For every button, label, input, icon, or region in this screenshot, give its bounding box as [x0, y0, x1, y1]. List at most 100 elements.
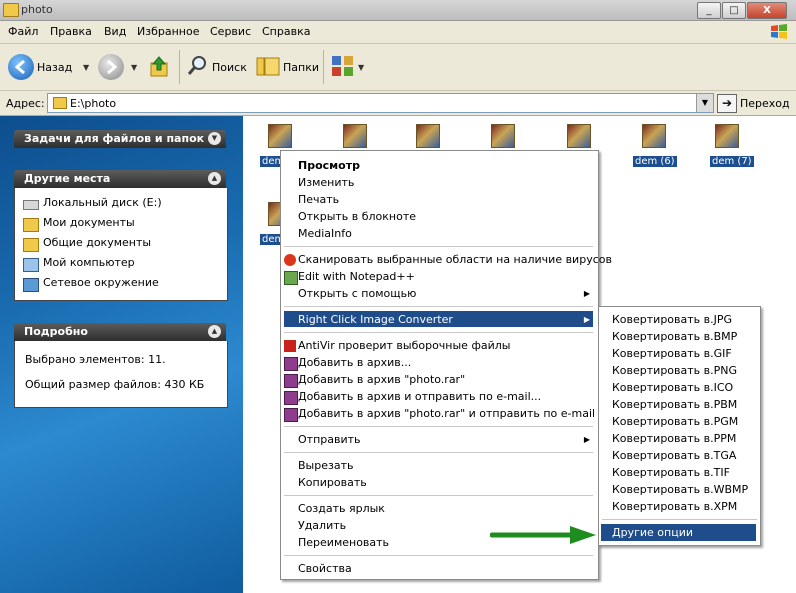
- menu-separator: [284, 555, 593, 556]
- views-icon[interactable]: [331, 55, 355, 77]
- menu-item-scan-viruses[interactable]: Сканировать выбранные области на наличие…: [298, 253, 612, 266]
- convert-tga-item[interactable]: Ковертировать в.TGA: [612, 449, 736, 462]
- forward-dropdown-icon[interactable]: ▼: [131, 63, 137, 72]
- windows-logo-icon: [771, 24, 787, 39]
- convert-ppm-item[interactable]: Ковертировать в.PPM: [612, 432, 736, 445]
- menu-item-notepadpp[interactable]: Edit with Notepad++: [298, 270, 415, 283]
- folder-icon: [23, 218, 39, 232]
- back-button-label[interactable]: Назад: [37, 61, 72, 74]
- place-shared-documents[interactable]: Общие документы: [43, 236, 151, 249]
- menu-help[interactable]: Справка: [262, 25, 310, 38]
- folder-icon: [3, 3, 19, 17]
- toolbar: Назад ▼ ▼ Поиск Папки ▼: [0, 44, 796, 91]
- image-file-icon[interactable]: [343, 124, 367, 148]
- place-my-computer[interactable]: Мой компьютер: [43, 256, 135, 269]
- back-arrow-icon[interactable]: [8, 54, 34, 80]
- convert-xpm-item[interactable]: Ковертировать в.XPM: [612, 500, 737, 513]
- convert-ico-item[interactable]: Ковертировать в.ICO: [612, 381, 733, 394]
- address-value[interactable]: E:\photo: [70, 97, 116, 110]
- details-panel-header[interactable]: Подробно ▲: [14, 323, 226, 341]
- other-options-item[interactable]: Другие опции: [612, 526, 693, 539]
- views-dropdown-icon[interactable]: ▼: [358, 63, 364, 72]
- menu-separator: [284, 306, 593, 307]
- menu-separator: [284, 332, 593, 333]
- convert-wbmp-item[interactable]: Ковертировать в.WBMP: [612, 483, 748, 496]
- menu-item-cut[interactable]: Вырезать: [298, 459, 353, 472]
- go-arrow-icon[interactable]: ➔: [717, 94, 737, 113]
- menu-item-rename[interactable]: Переименовать: [298, 536, 389, 549]
- place-my-documents[interactable]: Мои документы: [43, 216, 135, 229]
- menu-item-properties[interactable]: Свойства: [298, 562, 352, 575]
- convert-pgm-item[interactable]: Ковертировать в.PGM: [612, 415, 738, 428]
- address-dropdown-icon[interactable]: ▼: [696, 94, 713, 112]
- places-panel-header[interactable]: Другие места ▲: [14, 170, 226, 188]
- folders-icon[interactable]: [256, 55, 280, 77]
- image-converter-submenu: Ковертировать в.JPG Ковертировать в.BMP …: [598, 306, 761, 546]
- details-panel-body: Выбрано элементов: 11. Общий размер файл…: [14, 341, 228, 408]
- details-selected-count: Выбрано элементов: 11.: [25, 353, 166, 366]
- places-panel-body: Локальный диск (E:) Мои документы Общие …: [14, 188, 228, 301]
- file-label[interactable]: dem (6): [633, 156, 677, 167]
- menu-item-mediainfo[interactable]: MediaInfo: [298, 227, 352, 240]
- back-dropdown-icon[interactable]: ▼: [83, 63, 89, 72]
- minimize-button[interactable]: _: [697, 2, 721, 19]
- image-file-icon[interactable]: [642, 124, 666, 148]
- chevron-down-icon[interactable]: ▼: [208, 132, 221, 145]
- menu-item-create-shortcut[interactable]: Создать ярлык: [298, 502, 385, 515]
- search-button-label[interactable]: Поиск: [212, 61, 247, 74]
- convert-png-item[interactable]: Ковертировать в.PNG: [612, 364, 737, 377]
- menu-favorites[interactable]: Избранное: [137, 25, 199, 38]
- folders-button-label[interactable]: Папки: [283, 61, 319, 74]
- menu-item-add-archive[interactable]: Добавить в архив...: [298, 356, 411, 369]
- menu-view[interactable]: Вид: [104, 25, 126, 38]
- menu-file[interactable]: Файл: [8, 25, 38, 38]
- menu-edit[interactable]: Правка: [50, 25, 92, 38]
- context-menu: Просмотр Изменить Печать Открыть в блокн…: [280, 150, 612, 580]
- chevron-up-icon[interactable]: ▲: [208, 325, 221, 338]
- menu-item-open-with[interactable]: Открыть с помощью: [298, 287, 416, 300]
- menu-item-photo-rar-email[interactable]: Добавить в архив "photo.rar" и отправить…: [298, 407, 595, 420]
- convert-jpg-item[interactable]: Ковертировать в.JPG: [612, 313, 732, 326]
- convert-pbm-item[interactable]: Ковертировать в.PBM: [612, 398, 737, 411]
- image-file-icon[interactable]: [268, 124, 292, 148]
- menu-item-image-converter[interactable]: Right Click Image Converter: [298, 313, 453, 326]
- close-button[interactable]: X: [747, 2, 787, 19]
- computer-icon: [23, 258, 39, 272]
- antivirus-scan-icon: [284, 254, 296, 266]
- place-local-disk[interactable]: Локальный диск (E:): [43, 196, 162, 209]
- forward-arrow-icon[interactable]: [98, 54, 124, 80]
- image-file-icon[interactable]: [567, 124, 591, 148]
- menu-item-print[interactable]: Печать: [298, 193, 339, 206]
- convert-bmp-item[interactable]: Ковертировать в.BMP: [612, 330, 737, 343]
- tasks-panel-header[interactable]: Задачи для файлов и папок ▼: [14, 130, 226, 148]
- menu-item-antivir[interactable]: AntiVir проверит выборочные файлы: [298, 339, 510, 352]
- tasks-panel-title: Задачи для файлов и папок: [24, 132, 205, 145]
- search-icon[interactable]: [187, 55, 209, 77]
- menu-item-edit[interactable]: Изменить: [298, 176, 354, 189]
- menu-item-add-photo-rar[interactable]: Добавить в архив "photo.rar": [298, 373, 465, 386]
- details-total-size: Общий размер файлов: 430 КБ: [25, 378, 205, 391]
- menu-item-send-to[interactable]: Отправить: [298, 433, 361, 446]
- image-file-icon[interactable]: [715, 124, 739, 148]
- file-label[interactable]: dem (7): [710, 156, 754, 167]
- image-file-icon[interactable]: [491, 124, 515, 148]
- convert-gif-item[interactable]: Ковертировать в.GIF: [612, 347, 732, 360]
- up-folder-icon[interactable]: [149, 56, 169, 78]
- go-button-label[interactable]: Переход: [740, 97, 790, 110]
- image-file-icon[interactable]: [416, 124, 440, 148]
- chevron-up-icon[interactable]: ▲: [208, 172, 221, 185]
- folder-icon: [23, 238, 39, 252]
- menu-separator: [284, 426, 593, 427]
- address-field[interactable]: E:\photo ▼: [47, 93, 714, 113]
- menu-item-copy[interactable]: Копировать: [298, 476, 367, 489]
- place-network[interactable]: Сетевое окружение: [43, 276, 159, 289]
- menu-item-delete[interactable]: Удалить: [298, 519, 346, 532]
- maximize-button[interactable]: □: [722, 2, 746, 19]
- menu-item-archive-email[interactable]: Добавить в архив и отправить по e-mail..…: [298, 390, 541, 403]
- folder-icon: [53, 97, 67, 109]
- menu-item-open-notepad[interactable]: Открыть в блокноте: [298, 210, 416, 223]
- convert-tif-item[interactable]: Ковертировать в.TIF: [612, 466, 730, 479]
- menu-tools[interactable]: Сервис: [210, 25, 251, 38]
- address-bar: Адрес: E:\photo ▼ ➔ Переход: [0, 91, 796, 116]
- menu-item-preview[interactable]: Просмотр: [298, 159, 360, 172]
